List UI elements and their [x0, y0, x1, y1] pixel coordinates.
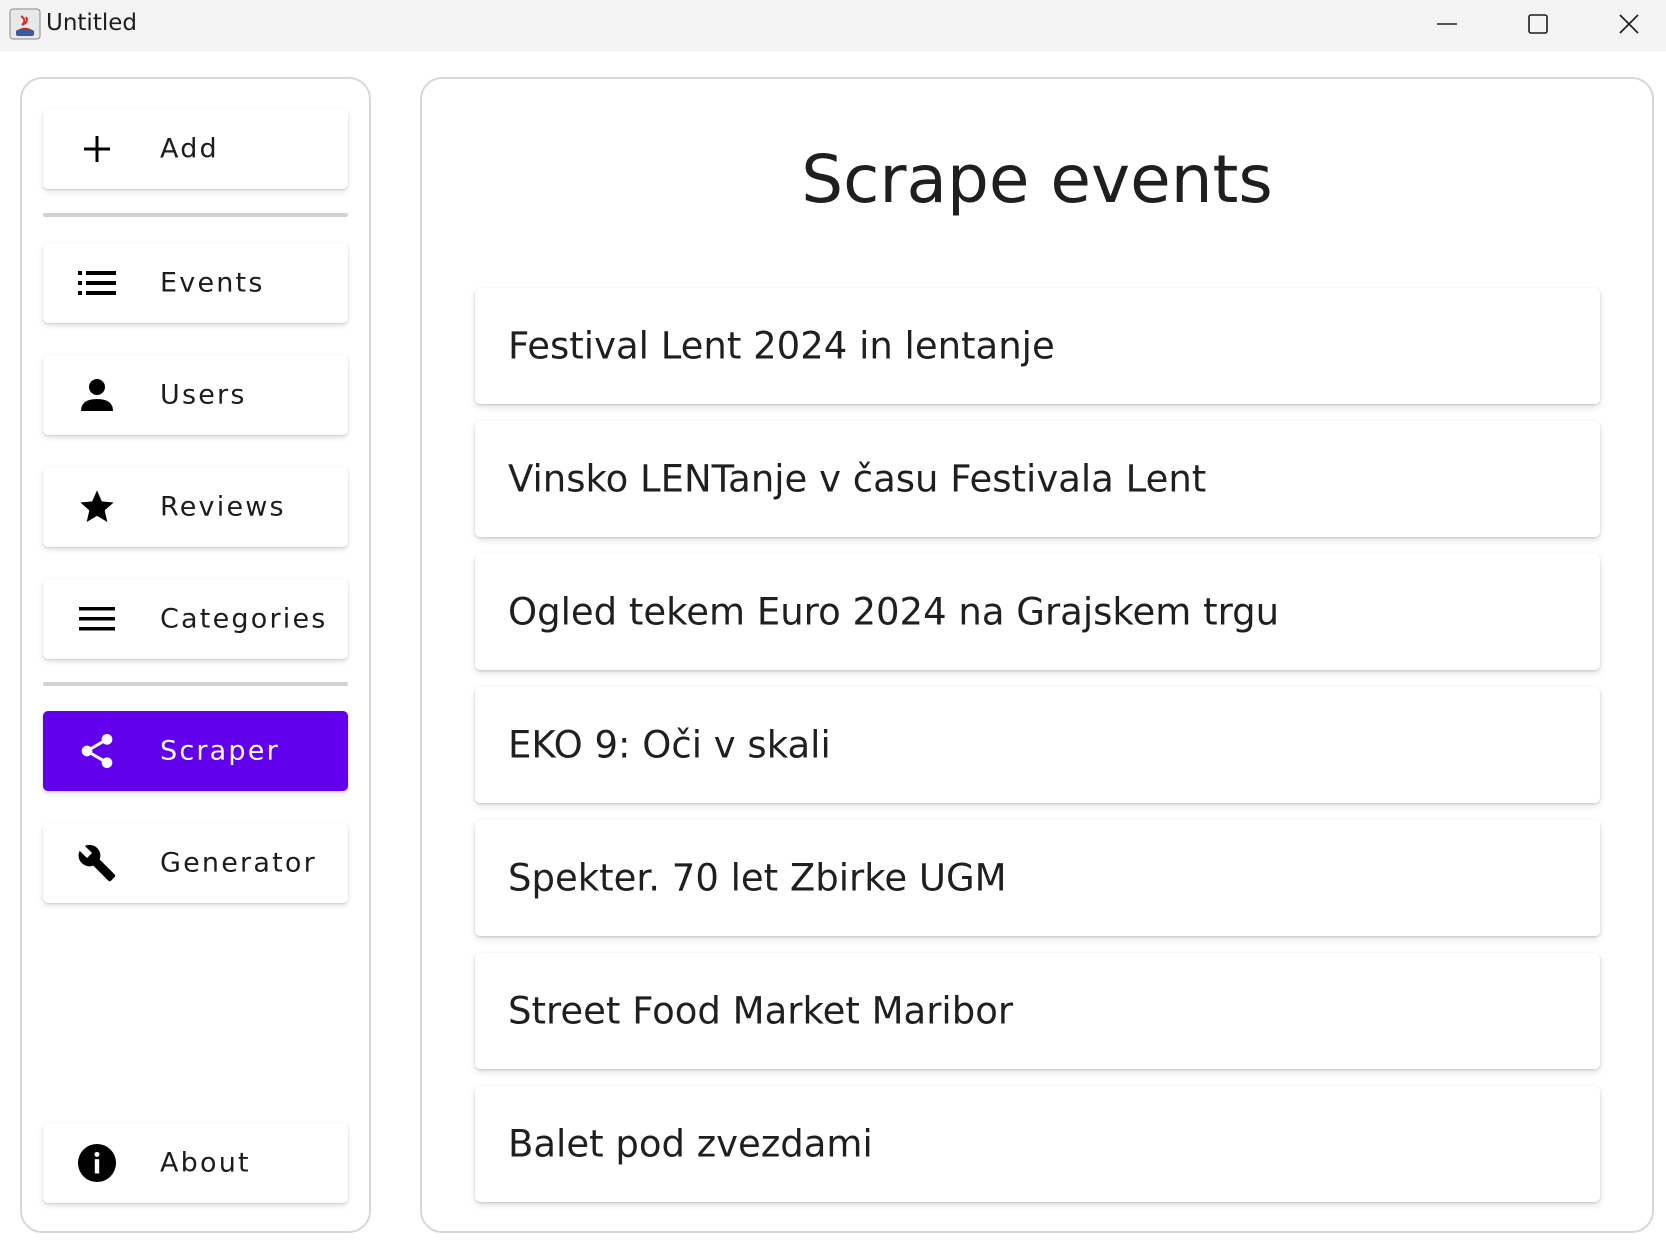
sidebar-item-label: Events: [160, 267, 265, 299]
event-card[interactable]: Festival Lent 2024 in lentanje: [475, 288, 1600, 404]
window-title: Untitled: [46, 10, 137, 36]
event-title: Vinsko LENTanje v času Festivala Lent: [508, 457, 1207, 501]
sidebar-item-generator[interactable]: Generator: [43, 823, 348, 903]
event-title: EKO 9: Oči v skali: [508, 723, 831, 767]
sidebar-item-label: Generator: [160, 847, 317, 879]
event-title: Ogled tekem Euro 2024 na Grajskem trgu: [508, 590, 1280, 634]
minimize-icon: [1436, 23, 1457, 25]
event-card[interactable]: Balet pod zvezdami: [475, 1086, 1600, 1202]
sidebar-item-events[interactable]: Events: [43, 243, 348, 323]
sidebar-item-label: About: [160, 1147, 251, 1179]
event-title: Festival Lent 2024 in lentanje: [508, 324, 1055, 368]
sidebar-item-reviews[interactable]: Reviews: [43, 467, 348, 547]
close-button[interactable]: [1583, 0, 1666, 48]
sidebar-item-scraper[interactable]: Scraper: [43, 711, 348, 791]
menu-icon: [77, 599, 117, 639]
sidebar-item-categories[interactable]: Categories: [43, 579, 348, 659]
event-card[interactable]: Street Food Market Maribor: [475, 953, 1600, 1069]
event-title: Balet pod zvezdami: [508, 1122, 873, 1166]
event-title: Spekter. 70 let Zbirke UGM: [508, 856, 1007, 900]
share-icon: [77, 731, 117, 771]
title-bar: Untitled: [0, 0, 1666, 51]
sidebar-item-about[interactable]: About: [43, 1123, 348, 1203]
java-app-icon: [9, 8, 41, 40]
sidebar-divider: [43, 213, 348, 217]
sidebar-item-users[interactable]: Users: [43, 355, 348, 435]
sidebar-item-label: Categories: [160, 603, 328, 635]
sidebar-item-label: Add: [160, 133, 219, 165]
person-icon: [77, 375, 117, 415]
page-title: Scrape events: [801, 141, 1273, 218]
plus-icon: [77, 129, 117, 169]
sidebar: Add Events Users Reviews Categories Scra…: [20, 77, 371, 1233]
sidebar-item-label: Users: [160, 379, 247, 411]
minimize-button[interactable]: [1401, 0, 1492, 48]
sidebar-item-label: Scraper: [160, 735, 280, 767]
star-icon: [77, 487, 117, 527]
wrench-icon: [77, 843, 117, 883]
sidebar-item-label: Reviews: [160, 491, 286, 523]
maximize-button[interactable]: [1492, 0, 1583, 48]
main-panel: Scrape events Festival Lent 2024 in lent…: [420, 77, 1654, 1233]
maximize-icon: [1527, 14, 1548, 34]
info-icon: [77, 1143, 117, 1183]
event-card[interactable]: Spekter. 70 let Zbirke UGM: [475, 820, 1600, 936]
sidebar-divider: [43, 682, 348, 686]
event-card[interactable]: EKO 9: Oči v skali: [475, 687, 1600, 803]
event-card[interactable]: Ogled tekem Euro 2024 na Grajskem trgu: [475, 554, 1600, 670]
event-title: Street Food Market Maribor: [508, 989, 1014, 1033]
close-icon: [1618, 14, 1639, 34]
list-icon: [77, 263, 117, 303]
event-card[interactable]: Vinsko LENTanje v času Festivala Lent: [475, 421, 1600, 537]
sidebar-item-add[interactable]: Add: [43, 109, 348, 189]
